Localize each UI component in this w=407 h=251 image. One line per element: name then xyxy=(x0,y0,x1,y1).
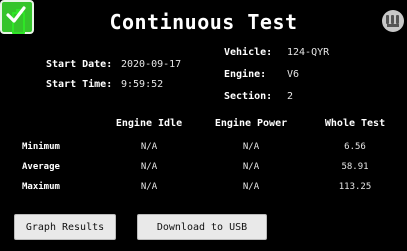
cell-minimum-engine-idle: N/A xyxy=(140,142,158,152)
cell-maximum-engine-power: N/A xyxy=(242,182,260,192)
logo-bar xyxy=(396,15,399,24)
checkmark-icon xyxy=(6,6,26,23)
cell-maximum-whole-test: 113.25 xyxy=(338,182,372,192)
cell-minimum-whole-test: 6.56 xyxy=(344,142,366,152)
cell-average-whole-test: 58.91 xyxy=(341,162,369,172)
column-header-engine-power: Engine Power xyxy=(214,118,288,129)
row-label-minimum: Minimum xyxy=(22,142,60,152)
engine-label: Engine: xyxy=(224,69,267,80)
cell-minimum-engine-power: N/A xyxy=(242,142,260,152)
vehicle-value: 124-QYR xyxy=(287,47,330,58)
start-time-label: Start Time: xyxy=(46,79,113,90)
row-label-average: Average xyxy=(22,162,60,172)
graph-results-button[interactable]: Graph Results xyxy=(14,214,116,240)
cell-average-engine-power: N/A xyxy=(242,162,260,172)
column-header-engine-idle: Engine Idle xyxy=(115,118,183,129)
brand-logo-icon xyxy=(382,10,404,32)
cell-average-engine-idle: N/A xyxy=(140,162,158,172)
download-to-usb-button[interactable]: Download to USB xyxy=(137,214,267,240)
column-header-whole-test: Whole Test xyxy=(324,118,386,129)
start-time-value: 9:59:52 xyxy=(121,79,164,90)
row-label-maximum: Maximum xyxy=(22,182,60,192)
table-row: Average N/A N/A 58.91 xyxy=(0,160,407,174)
engine-value: V6 xyxy=(287,69,300,80)
continuous-test-screen: Continuous Test Start Date: 2020-09-17 S… xyxy=(0,0,407,251)
table-row: Maximum N/A N/A 113.25 xyxy=(0,180,407,194)
vehicle-label: Vehicle: xyxy=(224,47,273,58)
table-row: Minimum N/A N/A 6.56 xyxy=(0,140,407,154)
logo-base xyxy=(387,24,399,27)
logo-bar xyxy=(391,15,394,24)
cell-maximum-engine-idle: N/A xyxy=(140,182,158,192)
logo-bar xyxy=(386,15,389,24)
section-label: Section: xyxy=(224,91,273,102)
section-value: 2 xyxy=(287,91,294,102)
page-title: Continuous Test xyxy=(109,10,298,34)
start-date-value: 2020-09-17 xyxy=(121,59,182,70)
start-date-label: Start Date: xyxy=(46,59,113,70)
